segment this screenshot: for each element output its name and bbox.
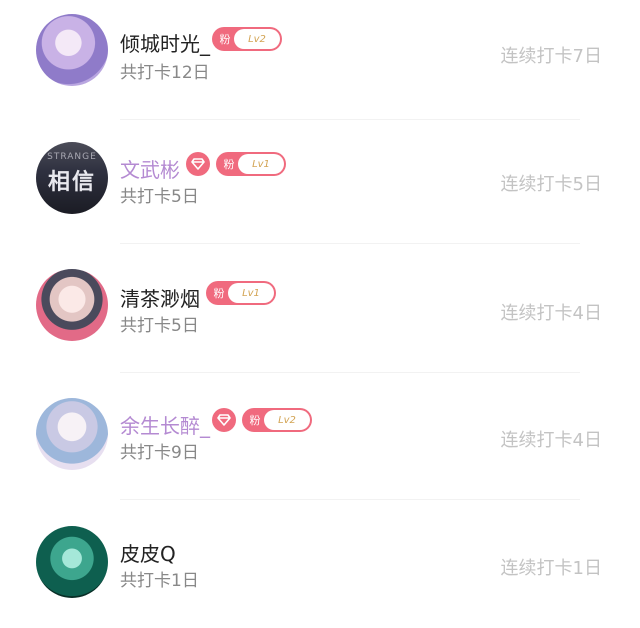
- user-name[interactable]: 倾城时光_: [120, 28, 210, 57]
- fan-badge[interactable]: 粉 Lv2: [242, 408, 312, 432]
- checkin-streak: 连续打卡5日: [500, 174, 602, 195]
- avatar-text: 相信: [47, 169, 96, 195]
- fan-badge[interactable]: 粉 Lv1: [206, 281, 276, 305]
- row-divider: [120, 372, 580, 373]
- avatar[interactable]: [36, 526, 108, 598]
- diamond-icon: [186, 152, 210, 176]
- badge-group: 粉 Lv2: [212, 408, 312, 432]
- avatar[interactable]: [36, 398, 108, 470]
- checkin-streak: 连续打卡7日: [500, 46, 602, 67]
- user-name[interactable]: 余生长醉_: [120, 410, 210, 439]
- checkin-user-list: 倾城时光_ 粉 Lv2 共打卡12日 连续打卡7日 STRANGE 相信 文武彬…: [0, 0, 640, 609]
- fan-badge-label: 粉: [223, 158, 235, 171]
- fan-level-value: Lv1: [238, 154, 284, 174]
- checkin-streak: 连续打卡4日: [500, 430, 602, 451]
- avatar[interactable]: [36, 14, 108, 86]
- checkin-total: 共打卡5日: [120, 187, 199, 207]
- badge-group: 粉 Lv1: [206, 281, 276, 305]
- user-name[interactable]: 清茶渺烟: [120, 283, 200, 312]
- list-item[interactable]: STRANGE 相信 文武彬 粉 Lv1 共打卡5日 连续打卡5日: [0, 124, 640, 244]
- diamond-icon: [212, 408, 236, 432]
- user-name[interactable]: 文武彬: [120, 154, 180, 183]
- fan-badge-label: 粉: [249, 414, 261, 427]
- list-item[interactable]: 清茶渺烟 粉 Lv1 共打卡5日 连续打卡4日: [0, 253, 640, 373]
- checkin-streak: 连续打卡1日: [500, 558, 602, 579]
- fan-badge-label: 粉: [213, 287, 225, 300]
- fan-badge[interactable]: 粉 Lv1: [216, 152, 286, 176]
- row-divider: [120, 499, 580, 500]
- row-divider: [120, 243, 580, 244]
- fan-badge[interactable]: 粉 Lv2: [212, 27, 282, 51]
- list-item[interactable]: 倾城时光_ 粉 Lv2 共打卡12日 连续打卡7日: [0, 0, 640, 120]
- badge-group: 粉 Lv2: [212, 27, 282, 51]
- row-divider: [120, 119, 580, 120]
- checkin-streak: 连续打卡4日: [500, 303, 602, 324]
- fan-badge-label: 粉: [219, 33, 231, 46]
- fan-level-value: Lv1: [228, 283, 274, 303]
- avatar[interactable]: [36, 269, 108, 341]
- badge-group: 粉 Lv1: [186, 152, 286, 176]
- list-item[interactable]: 皮皮Q 共打卡1日 连续打卡1日: [0, 508, 640, 628]
- checkin-total: 共打卡9日: [120, 443, 199, 463]
- checkin-total: 共打卡12日: [120, 63, 210, 83]
- user-name[interactable]: 皮皮Q: [120, 538, 176, 567]
- fan-level-value: Lv2: [234, 29, 280, 49]
- list-item[interactable]: 余生长醉_ 粉 Lv2 共打卡9日 连续打卡4日: [0, 380, 640, 500]
- checkin-total: 共打卡1日: [120, 571, 199, 591]
- avatar[interactable]: STRANGE 相信: [36, 142, 108, 214]
- avatar-caption: STRANGE: [47, 152, 97, 162]
- checkin-total: 共打卡5日: [120, 316, 199, 336]
- fan-level-value: Lv2: [264, 410, 310, 430]
